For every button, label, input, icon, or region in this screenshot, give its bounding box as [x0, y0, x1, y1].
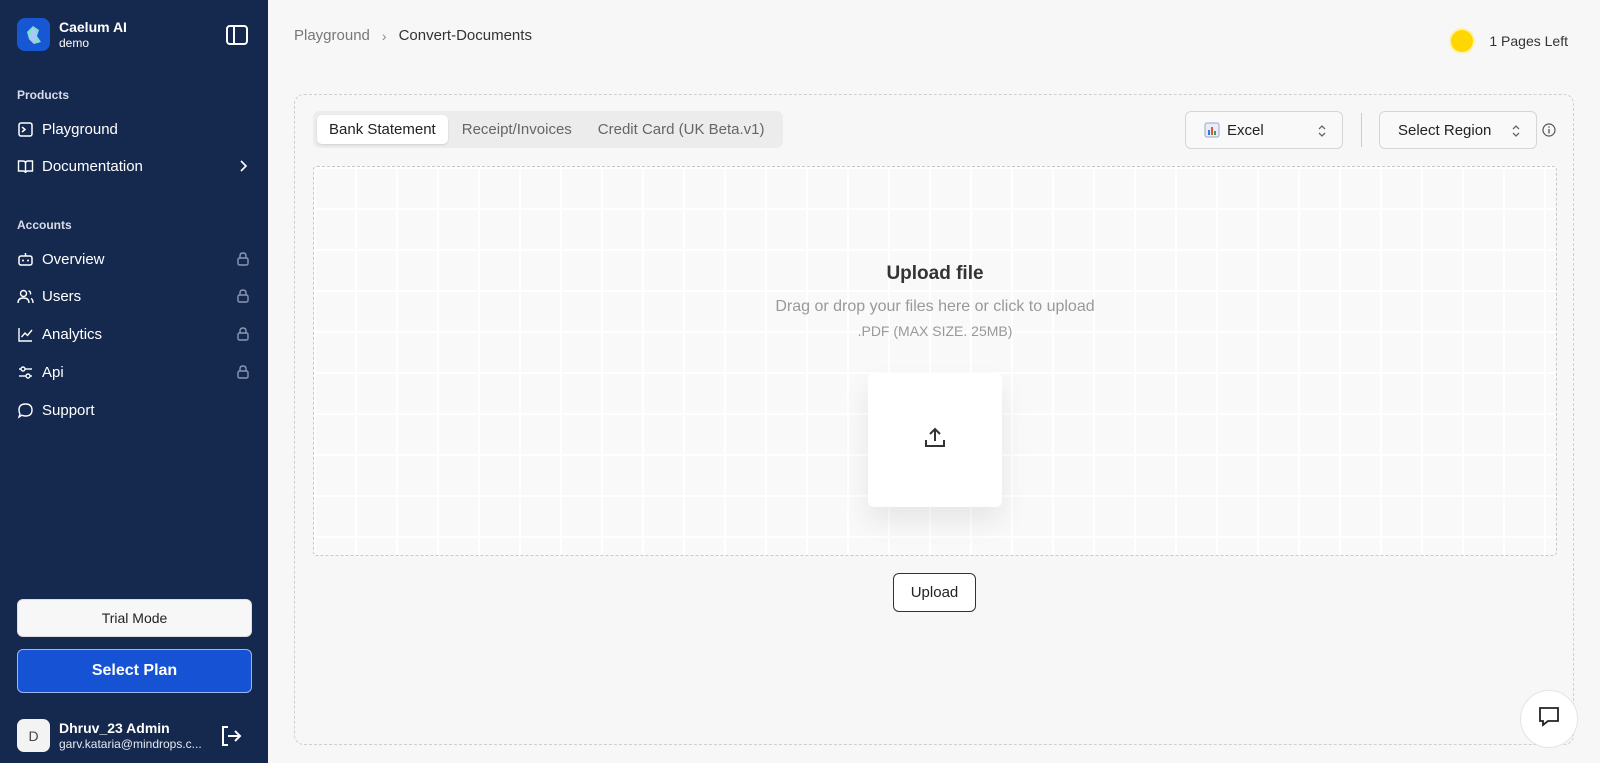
sidebar: Caelum AI demo Products Playground Docum…: [0, 0, 268, 763]
region-select-value: Select Region: [1398, 121, 1492, 139]
chat-icon: [17, 402, 34, 419]
upload-button[interactable]: Upload: [893, 573, 976, 612]
bar-chart-icon: [1204, 122, 1220, 138]
book-icon: [17, 158, 34, 175]
logout-icon[interactable]: [218, 723, 244, 749]
sidebar-item-label: Analytics: [42, 325, 103, 343]
breadcrumb-playground[interactable]: Playground: [294, 27, 370, 44]
chevron-up-down-icon: [1316, 123, 1328, 139]
upload-icon: [922, 425, 948, 456]
sidebar-item-playground[interactable]: Playground: [0, 113, 268, 145]
upload-title: Upload file: [886, 263, 984, 284]
caelum-logo-icon: [17, 18, 50, 51]
playground-icon: [17, 121, 34, 138]
brand-name: Caelum AI: [59, 18, 127, 35]
select-plan-button[interactable]: Select Plan: [17, 649, 252, 693]
chevron-right-icon: ›: [381, 27, 387, 44]
lock-icon: [235, 288, 251, 304]
chat-bubble-icon: [1537, 705, 1561, 734]
trial-mode-button[interactable]: Trial Mode: [17, 599, 252, 637]
document-type-tabs: Bank Statement Receipt/Invoices Credit C…: [313, 111, 783, 148]
users-icon: [17, 288, 34, 305]
section-accounts: Accounts: [17, 218, 72, 232]
sidebar-item-label: Documentation: [42, 157, 143, 175]
output-format-select[interactable]: Excel: [1185, 111, 1343, 149]
sidebar-toggle-icon[interactable]: [224, 22, 250, 48]
brand-workspace: demo: [59, 35, 90, 50]
user-email: garv.kataria@mindrops.c...: [59, 736, 202, 751]
sidebar-item-documentation[interactable]: Documentation: [0, 150, 268, 182]
coin-icon: [1451, 30, 1474, 52]
chevron-right-icon: [235, 158, 251, 174]
settings-sliders-icon: [17, 364, 34, 381]
avatar: D: [17, 719, 50, 752]
section-products: Products: [17, 88, 70, 102]
upload-box[interactable]: [868, 373, 1002, 507]
pages-left-indicator: 1 Pages Left: [1451, 30, 1568, 52]
tab-credit-card[interactable]: Credit Card (UK Beta.v1): [586, 115, 777, 144]
sidebar-item-overview[interactable]: Overview: [0, 243, 268, 275]
breadcrumb: Playground › Convert-Documents: [294, 27, 532, 44]
chevron-up-down-icon: [1510, 123, 1522, 139]
sidebar-item-label: Api: [42, 363, 64, 381]
sidebar-item-label: Support: [42, 401, 95, 419]
sidebar-item-analytics[interactable]: Analytics: [0, 318, 268, 350]
upload-subtitle: Drag or drop your files here or click to…: [775, 298, 1095, 315]
toolbar-divider: [1361, 113, 1362, 147]
user-name: Dhruv_23 Admin: [59, 719, 170, 736]
lock-icon: [235, 251, 251, 267]
upload-hint: .PDF (MAX SIZE. 25MB): [857, 323, 1013, 339]
brand[interactable]: Caelum AI demo: [17, 18, 127, 51]
lock-icon: [235, 364, 251, 380]
pages-left-text: 1 Pages Left: [1489, 33, 1568, 49]
bot-icon: [17, 251, 34, 268]
info-icon[interactable]: [1542, 123, 1556, 137]
tab-bank-statement[interactable]: Bank Statement: [317, 115, 448, 144]
user-profile[interactable]: D Dhruv_23 Admin garv.kataria@mindrops.c…: [17, 719, 202, 752]
sidebar-item-support[interactable]: Support: [0, 394, 268, 426]
lock-icon: [235, 326, 251, 342]
tab-receipt-invoices[interactable]: Receipt/Invoices: [450, 115, 584, 144]
sidebar-item-api[interactable]: Api: [0, 356, 268, 388]
file-dropzone[interactable]: Upload file Drag or drop your files here…: [313, 166, 1557, 556]
sidebar-item-users[interactable]: Users: [0, 280, 268, 312]
sidebar-item-label: Users: [42, 287, 82, 305]
sidebar-item-label: Playground: [42, 120, 118, 138]
output-format-value: Excel: [1227, 121, 1264, 139]
chat-support-button[interactable]: [1520, 690, 1578, 748]
region-select[interactable]: Select Region: [1379, 111, 1537, 149]
sidebar-item-label: Overview: [42, 250, 105, 268]
breadcrumb-current: Convert-Documents: [398, 27, 532, 44]
chart-line-icon: [17, 326, 34, 343]
